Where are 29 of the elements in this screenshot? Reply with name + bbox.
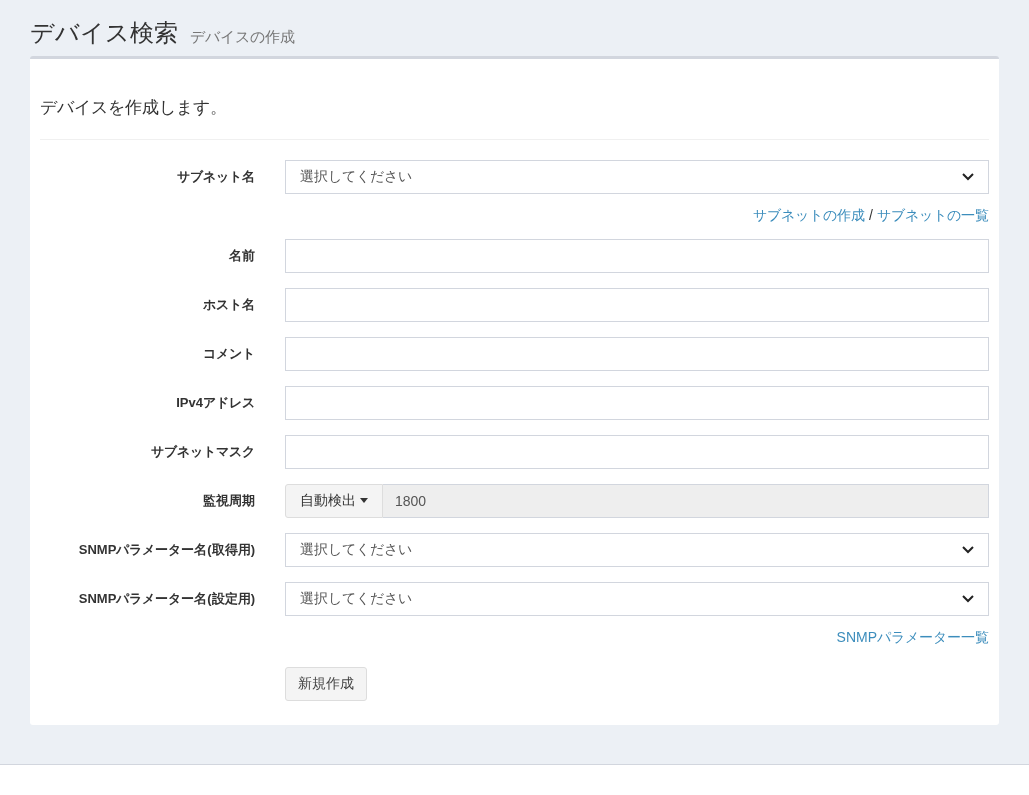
field-label: サブネットマスク [150, 442, 256, 461]
intro-text: デバイスを作成します。 [40, 59, 989, 140]
caret-down-icon [360, 498, 368, 503]
field-label: 監視周期 [202, 491, 256, 510]
input-field[interactable] [285, 385, 989, 420]
input-field[interactable] [285, 287, 989, 322]
chevron-down-icon [962, 172, 974, 181]
select-field[interactable]: 選択してください [285, 532, 989, 567]
field-label: サブネット名 [176, 167, 256, 186]
link-separator: / [869, 205, 873, 225]
link[interactable]: SNMPパラメーター一覧 [836, 626, 989, 648]
chevron-down-icon [962, 594, 974, 603]
field-label: 名前 [228, 246, 256, 265]
link[interactable]: サブネットの作成 [753, 204, 866, 226]
field-label: SNMPパラメーター名(設定用) [77, 589, 256, 608]
field-label: SNMPパラメーター名(取得用) [77, 540, 256, 559]
chevron-down-icon [962, 545, 974, 554]
field-label: IPv4アドレス [175, 393, 256, 412]
input-field[interactable] [285, 336, 989, 371]
select-field[interactable]: 選択してください [285, 581, 989, 616]
field-label: コメント [202, 344, 256, 363]
field-label: ホスト名 [202, 295, 256, 314]
page-subtitle: デバイスの作成 [190, 29, 295, 44]
select-field[interactable]: 選択してください [285, 159, 989, 194]
link[interactable]: サブネットの一覧 [877, 204, 989, 226]
page-title: デバイス検索 [30, 21, 178, 45]
input-field[interactable] [285, 238, 989, 273]
create-button[interactable]: 新規作成 [285, 666, 367, 701]
input-field[interactable] [285, 434, 989, 469]
